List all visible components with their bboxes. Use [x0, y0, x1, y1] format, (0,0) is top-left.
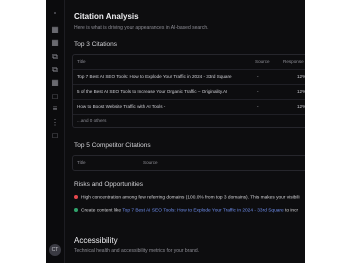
document-icon[interactable]: □ [50, 92, 60, 101]
rail-dot [54, 12, 56, 14]
more-citations-link[interactable]: ...and 0 others [73, 115, 305, 127]
column-header: Source [255, 59, 270, 64]
main-content: Citation Analysis Here is what is drivin… [72, 0, 305, 263]
avatar[interactable]: CT [49, 244, 61, 256]
table-header-row: Title Source Response % [73, 55, 305, 70]
citation-source: - [257, 104, 259, 109]
risks-heading: Risks and Opportunities [74, 181, 144, 188]
grid-icon[interactable]: ▦ [50, 78, 60, 87]
opportunity-item: Create content like Top 7 Best AI SEO To… [74, 208, 298, 213]
column-header: Source [143, 160, 158, 165]
copy-icon[interactable]: ⧉ [50, 65, 60, 74]
citation-source: - [257, 74, 259, 79]
top-citations-table: Title Source Response % Top 7 Best AI SE… [72, 54, 305, 128]
column-header: Title [77, 59, 86, 64]
table-header-row: Title Source [73, 156, 305, 170]
page-subtitle: Here is what is driving your appearances… [74, 25, 209, 31]
grid-icon[interactable]: ▦ [50, 25, 60, 34]
risk-item: High concentration among few referring d… [74, 195, 300, 200]
list-icon[interactable]: ≡ [50, 104, 60, 113]
opportunity-suffix: to incr [283, 208, 299, 214]
citation-percent: 12% [297, 74, 305, 79]
citation-percent: 12% [297, 89, 305, 94]
citation-percent: 12% [297, 104, 305, 109]
grid-icon[interactable]: ▦ [50, 38, 60, 47]
accessibility-heading: Accessibility [74, 236, 118, 245]
citation-title: How to Boost Website Traffic with AI Too… [77, 104, 166, 109]
citation-title: 5 of the Best AI SEO Tools to Increase Y… [77, 89, 228, 94]
column-header: Response % [283, 59, 305, 64]
opportunity-indicator-icon [74, 208, 78, 212]
citation-title: Top 7 Best AI SEO Tools: How to Explode … [77, 74, 232, 79]
top-citations-heading: Top 3 Citations [74, 41, 117, 48]
sidebar-rail: ▦ ▦ ⧉ ⧉ ▦ □ ≡ ⋮ □ CT [46, 0, 65, 263]
risk-text: High concentration among few referring d… [81, 195, 300, 201]
app-window: ▦ ▦ ⧉ ⧉ ▦ □ ≡ ⋮ □ CT Citation Analysis H… [46, 0, 305, 263]
pages-icon[interactable]: ⧉ [50, 52, 60, 61]
list-icon[interactable]: ⋮ [50, 118, 60, 127]
citation-source: - [257, 89, 259, 94]
file-icon[interactable]: □ [50, 131, 60, 140]
accessibility-subtitle: Technical health and accessibility metri… [74, 248, 200, 254]
opportunity-link[interactable]: Top 7 Best AI SEO Tools: How to Explode … [122, 208, 283, 213]
page-title: Citation Analysis [74, 12, 139, 21]
competitor-citations-heading: Top 5 Competitor Citations [74, 142, 151, 149]
column-header: Title [77, 160, 86, 165]
risk-indicator-icon [74, 195, 78, 199]
table-row[interactable]: 5 of the Best AI SEO Tools to Increase Y… [73, 85, 305, 100]
table-row[interactable]: How to Boost Website Traffic with AI Too… [73, 100, 305, 115]
table-row[interactable]: Top 7 Best AI SEO Tools: How to Explode … [73, 70, 305, 85]
competitor-citations-table: Title Source [72, 155, 305, 171]
opportunity-prefix: Create content like [81, 208, 123, 214]
